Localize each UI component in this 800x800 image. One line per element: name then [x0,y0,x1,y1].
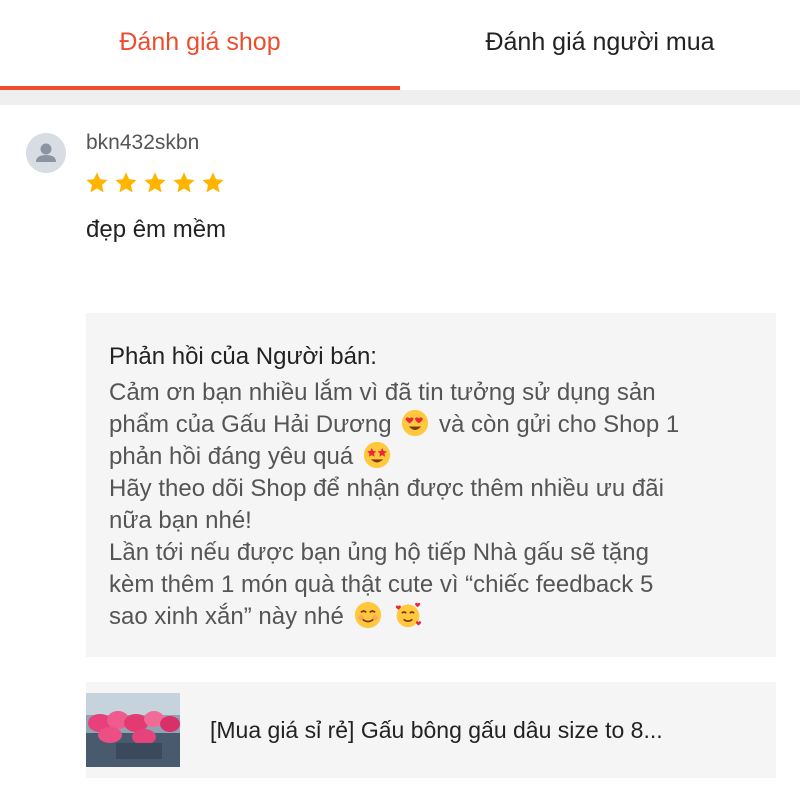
tab-bar: Đánh giá shop Đánh giá người mua [0,0,800,90]
product-name[interactable]: [Mua giá sỉ rẻ] Gấu bông gấu dâu size to… [210,717,663,744]
reviewer-username: bkn432skbn [86,131,200,154]
seller-reply-text: phẩm của Gấu Hải Dương [109,411,392,438]
seller-reply-title: Phản hồi của Người bán: [109,343,377,370]
seller-reply-line: Lần tới nếu được bạn ủng hộ tiếp Nhà gấu… [109,539,649,566]
smiling-emoji [354,601,381,629]
seller-reply: Phản hồi của Người bán: Cảm ơn bạn nhiều… [86,313,776,657]
seller-reply-line: Hãy theo dõi Shop để nhận được thêm nhiề… [109,475,664,502]
star-icon [115,172,137,193]
tab-shop-reviews[interactable]: Đánh giá shop [0,0,400,90]
review-text: đẹp êm mềm [86,216,227,243]
avatar[interactable] [26,133,66,173]
product-link[interactable]: [Mua giá sỉ rẻ] Gấu bông gấu dâu size to… [86,682,776,778]
product-image [86,693,180,767]
seller-reply-line: phản hồi đáng yêu quá [109,441,754,473]
product-thumbnail [86,693,180,767]
heart-eyes-emoji [402,409,429,437]
star-rating [84,170,226,196]
seller-reply-line: Cảm ơn bạn nhiều lắm vì đã tin tưởng sử … [109,379,656,406]
seller-reply-text: phản hồi đáng yêu quá [109,443,354,470]
star-icon [202,172,224,193]
seller-reply-line: nữa bạn nhé! [109,507,252,534]
star-icon [144,172,166,193]
seller-reply-line: phẩm của Gấu Hải Dương và còn gửi cho Sh… [109,409,754,441]
section-divider [0,90,800,105]
star-icon [173,172,195,193]
seller-reply-text: và còn gửi cho Shop 1 [438,411,680,438]
seller-reply-line: sao xinh xắn” này nhé [109,601,754,633]
seller-reply-line: kèm thêm 1 món quà thật cute vì “chiếc f… [109,571,654,598]
seller-reply-text: sao xinh xắn” này nhé [109,603,344,630]
star-icon [86,172,108,193]
avatar-placeholder-icon [26,133,66,173]
smiling-hearts-emoji [395,602,422,628]
star-struck-emoji [363,441,391,469]
tab-buyer-reviews[interactable]: Đánh giá người mua [400,0,800,90]
